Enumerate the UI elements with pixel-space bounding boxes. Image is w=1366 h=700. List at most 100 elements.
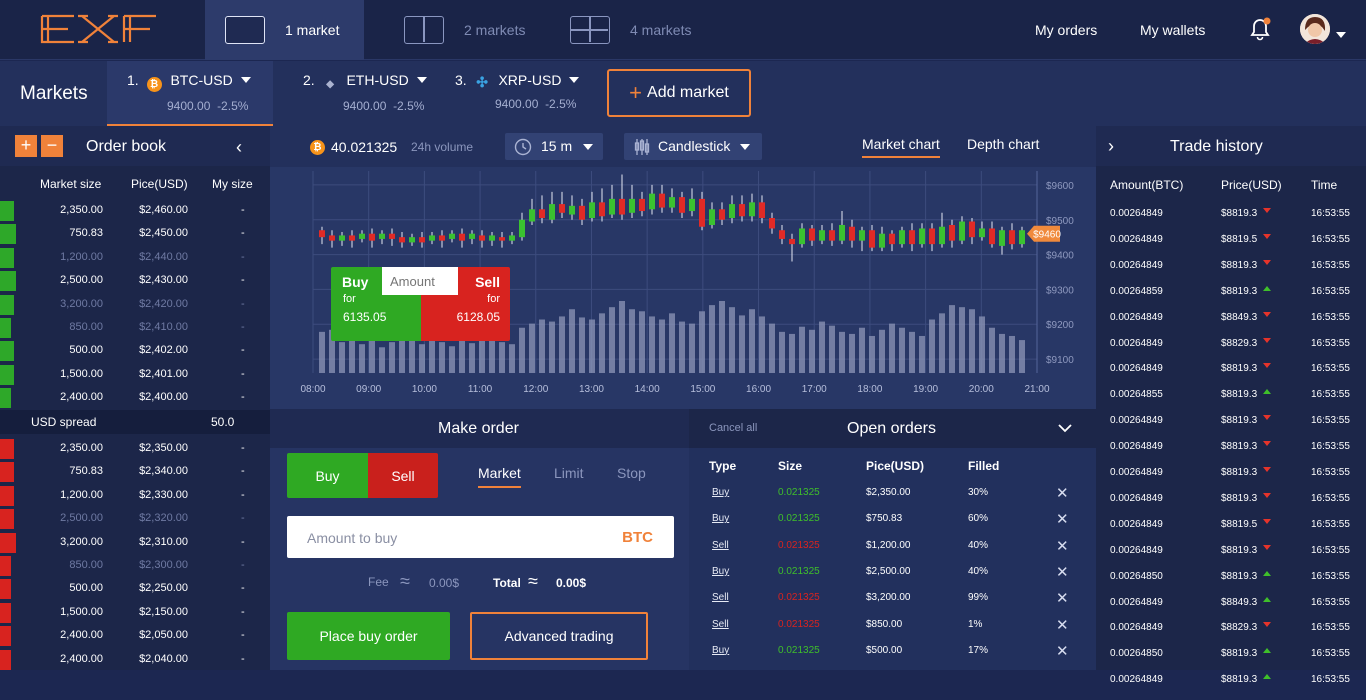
exf-logo[interactable]	[38, 12, 160, 51]
tab-market-chart[interactable]: Market chart	[862, 136, 940, 158]
order-book-row[interactable]: 1,200.00 $2,330.00 -	[0, 484, 270, 507]
order-book-row[interactable]: 2,350.00 $2,350.00 -	[0, 437, 270, 460]
candle-body	[789, 238, 795, 245]
volume-bar	[449, 346, 455, 373]
order-type-link[interactable]: Sell	[712, 540, 729, 551]
tab-limit-order[interactable]: Limit	[554, 465, 584, 481]
order-book-row[interactable]: 3,200.00 $2,420.00 -	[0, 293, 270, 316]
candle-body	[509, 235, 515, 241]
row-size: 500.00	[69, 344, 103, 357]
order-book-row[interactable]: 750.83 $2,450.00 -	[0, 222, 270, 245]
order-book-row[interactable]: 2,400.00 $2,050.00 -	[0, 624, 270, 647]
zoom-out-button[interactable]: −	[41, 135, 63, 157]
bell-icon[interactable]	[1248, 16, 1272, 47]
grid-layout-icon	[570, 16, 610, 44]
cancel-order-icon[interactable]: ✕	[1056, 616, 1069, 634]
volume-bar	[489, 337, 495, 373]
order-book-row[interactable]: 2,500.00 $2,320.00 -	[0, 507, 270, 530]
order-size: 0.021325	[778, 539, 820, 551]
chevron-left-icon[interactable]: ‹	[236, 137, 242, 158]
order-book-row[interactable]: 1,500.00 $2,401.00 -	[0, 363, 270, 386]
order-book-row[interactable]: 1,200.00 $2,440.00 -	[0, 246, 270, 269]
candle-body	[779, 230, 785, 239]
trade-price: $8819.3	[1221, 285, 1258, 297]
arrow-down-icon	[1263, 518, 1272, 524]
trade-row: 0.00264849 $8819.3 16:53:55	[1096, 208, 1366, 234]
chevron-right-icon[interactable]: ›	[1108, 136, 1114, 157]
order-book-row[interactable]: 850.00 $2,410.00 -	[0, 316, 270, 339]
tab-4-markets[interactable]: 4 markets	[570, 0, 710, 60]
order-book-row[interactable]: 750.83 $2,340.00 -	[0, 460, 270, 483]
order-book-row[interactable]: 2,400.00 $2,400.00 -	[0, 386, 270, 409]
order-type-link[interactable]: Buy	[712, 487, 729, 498]
cancel-order-icon[interactable]: ✕	[1056, 537, 1069, 555]
market-item-eth[interactable]: 2. ◆ ETH-USD 9400.00 -2.5%	[303, 72, 427, 113]
candle-body	[679, 197, 685, 213]
order-book-row[interactable]: 2,400.00 $2,040.00 -	[0, 648, 270, 671]
interval-select[interactable]: 15 m	[505, 133, 603, 160]
chevron-down-icon[interactable]	[1058, 423, 1072, 433]
cancel-order-icon[interactable]: ✕	[1056, 484, 1069, 502]
tab-stop-order[interactable]: Stop	[617, 465, 646, 481]
col-header-my-size: My size	[212, 177, 253, 191]
amount-to-buy-field[interactable]: Amount to buy BTC	[287, 516, 674, 558]
place-buy-order-button[interactable]: Place buy order	[287, 612, 450, 660]
tab-market-order[interactable]: Market	[478, 465, 521, 488]
chevron-down-icon[interactable]	[416, 77, 427, 83]
sell-side-button[interactable]: Sell	[368, 453, 438, 498]
trade-price-cell: $8829.3	[1221, 337, 1272, 349]
add-market-label: Add market	[647, 84, 729, 101]
trade-row: 0.00264855 $8819.3 16:53:55	[1096, 389, 1366, 415]
open-orders-title: Open orders	[847, 420, 936, 437]
trade-row: 0.00264849 $8819.3 16:53:55	[1096, 415, 1366, 441]
cancel-order-icon[interactable]: ✕	[1056, 563, 1069, 581]
add-market-button[interactable]: + Add market	[607, 69, 751, 117]
tab-depth-chart[interactable]: Depth chart	[967, 136, 1039, 152]
order-book-row[interactable]: 2,500.00 $2,430.00 -	[0, 269, 270, 292]
order-type-link[interactable]: Buy	[712, 566, 729, 577]
chevron-down-icon[interactable]	[1336, 27, 1346, 45]
order-book-row[interactable]: 500.00 $2,250.00 -	[0, 577, 270, 600]
cancel-order-icon[interactable]: ✕	[1056, 589, 1069, 607]
trade-amount: 0.00264849	[1110, 492, 1163, 504]
quick-amount-input[interactable]	[382, 267, 458, 295]
volume-bar	[959, 307, 965, 373]
buy-side-button[interactable]: Buy	[287, 453, 368, 498]
market-item-xrp[interactable]: 3. ✣ XRP-USD 9400.00 -2.5%	[455, 72, 580, 111]
candle-body	[899, 230, 905, 245]
avatar[interactable]	[1300, 14, 1330, 44]
cancel-all-button[interactable]: Cancel all	[709, 422, 757, 434]
my-orders-link[interactable]: My orders	[1035, 22, 1097, 38]
order-book-row[interactable]: 3,200.00 $2,310.00 -	[0, 531, 270, 554]
order-type-link[interactable]: Sell	[712, 592, 729, 603]
chevron-down-icon[interactable]	[569, 77, 580, 83]
order-type-link[interactable]: Buy	[712, 645, 729, 656]
order-price: $3,200.00	[866, 592, 911, 604]
chart-type-select[interactable]: Candlestick	[624, 133, 762, 160]
zoom-in-button[interactable]: +	[15, 135, 37, 157]
trade-amount: 0.00264849	[1110, 311, 1163, 323]
order-type-link[interactable]: Buy	[712, 513, 729, 524]
cancel-order-icon[interactable]: ✕	[1056, 642, 1069, 660]
volume-bar	[839, 331, 845, 373]
chevron-down-icon[interactable]	[240, 77, 251, 83]
ripple-icon: ✣	[476, 74, 488, 90]
candle-body	[659, 193, 665, 208]
candle-body	[919, 228, 925, 245]
order-book-row[interactable]: 500.00 $2,402.00 -	[0, 339, 270, 362]
order-type-link[interactable]: Sell	[712, 619, 729, 630]
advanced-trading-button[interactable]: Advanced trading	[470, 612, 648, 660]
candle-body	[879, 233, 885, 248]
candle-body	[529, 209, 535, 222]
tab-2-markets[interactable]: 2 markets	[404, 0, 544, 60]
cancel-order-icon[interactable]: ✕	[1056, 510, 1069, 528]
trade-row: 0.00264849 $8829.3 16:53:55	[1096, 622, 1366, 648]
tab-1-market[interactable]: 1 market	[205, 0, 364, 60]
market-item-btc-content[interactable]: 1. ₿ BTC-USD 9400.00 -2.5%	[127, 72, 251, 113]
my-wallets-link[interactable]: My wallets	[1140, 22, 1205, 38]
order-book-row[interactable]: 850.00 $2,300.00 -	[0, 554, 270, 577]
order-book-row[interactable]: 2,350.00 $2,460.00 -	[0, 199, 270, 222]
order-book-row[interactable]: 1,500.00 $2,150.00 -	[0, 601, 270, 624]
volume-bar	[369, 340, 375, 373]
trade-time: 16:53:55	[1311, 596, 1350, 608]
